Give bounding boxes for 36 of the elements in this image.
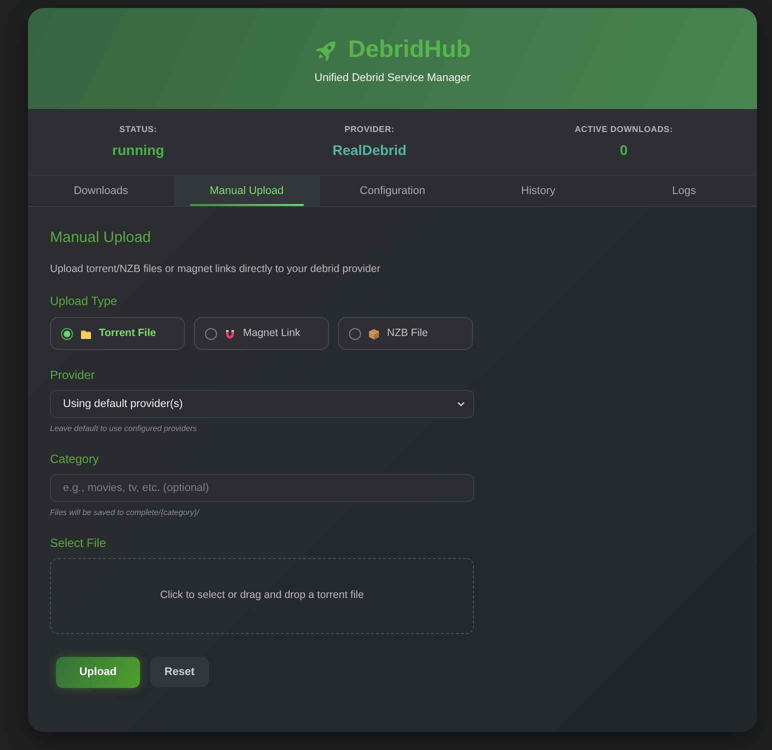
package-icon: [368, 328, 380, 340]
stat-label: STATUS:: [118, 124, 158, 135]
field-label: Upload Type: [50, 294, 118, 308]
radio-button[interactable]: [349, 328, 361, 340]
hint-text: Leave default to use configured providers: [50, 424, 198, 434]
app-subtitle: Unified Debrid Service Manager: [314, 71, 470, 85]
provider-select[interactable]: Using default provider(s): [50, 390, 474, 418]
field-label: Provider: [50, 368, 96, 382]
hint-text: Files will be saved to complete/{category}/: [50, 508, 200, 518]
tab[interactable]: Manual Upload: [174, 176, 320, 206]
folder-icon: [80, 328, 92, 340]
field-label: Select File: [50, 536, 108, 550]
category-input[interactable]: e.g., movies, tv, etc. (optional): [50, 474, 474, 502]
reset-button[interactable]: Reset: [150, 657, 209, 687]
tab[interactable]: Configuration: [320, 176, 466, 206]
field-label: Category: [50, 452, 100, 466]
upload-type-option[interactable]: NZB File: [338, 317, 473, 350]
stat-value: 0: [618, 142, 629, 159]
stat-value: RealDebrid: [332, 142, 406, 159]
chevron-down-icon: [457, 400, 465, 408]
upload-button[interactable]: Upload: [56, 657, 140, 688]
file-drop-zone[interactable]: Click to select or drag and drop a torrent file: [50, 558, 474, 634]
stat-label: PROVIDER:: [344, 124, 396, 135]
magnet-icon: [224, 328, 236, 340]
radio-button[interactable]: [205, 328, 217, 340]
tab[interactable]: Downloads: [28, 176, 174, 206]
tab[interactable]: Logs: [611, 176, 757, 206]
section-title: Manual Upload: [50, 229, 152, 247]
stat-value: running: [112, 142, 164, 159]
stat-label: ACTIVE DOWNLOADS:: [574, 124, 673, 135]
upload-type-option[interactable]: Torrent File: [50, 317, 185, 350]
app-title: DebridHub: [348, 36, 471, 64]
section-description: Upload torrent/NZB files or magnet links directly to your debrid provider: [50, 262, 382, 276]
upload-type-option[interactable]: Magnet Link: [194, 317, 329, 350]
radio-button[interactable]: [61, 328, 73, 340]
tab[interactable]: History: [465, 176, 612, 206]
